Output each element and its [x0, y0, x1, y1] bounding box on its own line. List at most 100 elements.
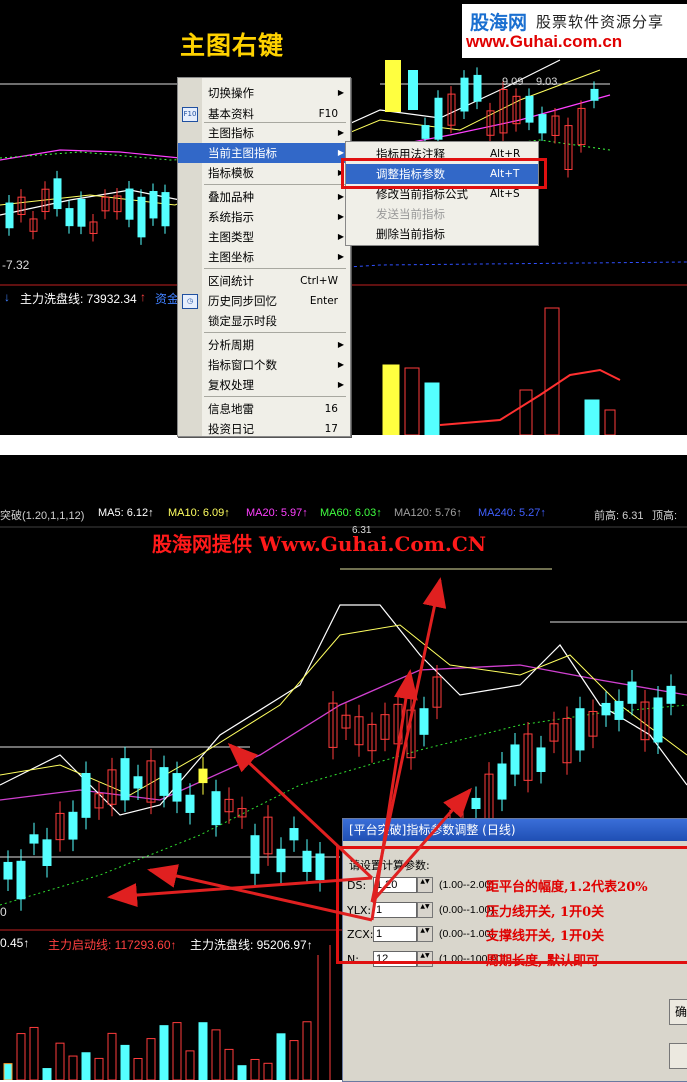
watermark: 股海网提供 Www.Guhai.Com.CN — [152, 532, 487, 556]
ma-label-0: 突破(1.20,1,1,12) — [0, 510, 85, 522]
highlight-box — [341, 158, 547, 189]
menu-item-label: 指标模板 — [208, 166, 254, 180]
candle — [159, 767, 169, 796]
candle — [536, 747, 546, 772]
candle — [510, 744, 520, 775]
ma-label-1: MA5: 6.12↑ — [98, 507, 154, 519]
volume-bar — [42, 1068, 52, 1080]
menu-item-3[interactable]: 当前主图指标 ▶ — [178, 143, 350, 163]
candle — [276, 848, 286, 873]
cancel-button[interactable] — [669, 1043, 687, 1069]
menu-item-14[interactable]: 复权处理 ▶ — [178, 375, 350, 395]
candle — [161, 192, 170, 227]
volume-bar — [68, 1055, 78, 1080]
volume-bar — [404, 367, 420, 435]
ma-label-2: MA10: 6.09↑ — [168, 507, 230, 519]
menu-item-label: 指标窗口个数 — [208, 358, 277, 372]
menu-item-label: 锁定显示时段 — [208, 314, 277, 328]
confirm-button[interactable]: 确 — [669, 999, 687, 1025]
menu-item-label: 信息地雷 — [208, 402, 254, 416]
indicator-submenu: 指标用法注释 Alt+R 调整指标参数 Alt+T 修改当前指标公式 Alt+S 发送当前指… — [345, 141, 539, 246]
f10-icon: F10 — [182, 107, 198, 122]
logo-subtitle: 股票软件资源分享 — [536, 13, 665, 31]
menu-item-8[interactable]: 主图坐标 ▶ — [178, 247, 350, 267]
ma-label-4: MA60: 6.03↑ — [320, 507, 382, 519]
volume-bar — [29, 1026, 39, 1080]
menu-item-4[interactable]: 指标模板 ▶ — [178, 163, 350, 183]
menu-item-9[interactable]: 区间统计 Ctrl+W — [178, 271, 350, 291]
menu-item-label: 复权处理 — [208, 378, 254, 392]
candle — [120, 758, 130, 801]
candle — [497, 763, 507, 800]
menu-item-15[interactable]: 信息地雷 16 — [178, 399, 350, 419]
menu-item-12[interactable]: 分析周期 ▶ — [178, 335, 350, 355]
candle — [627, 681, 637, 704]
candle — [289, 828, 299, 841]
menu-item-0[interactable]: 切换操作 ▶ — [178, 83, 350, 103]
menu-item-label: 切换操作 — [208, 86, 254, 100]
axis-label: -7.32 — [2, 258, 30, 272]
param-highlight-box — [336, 846, 687, 964]
menu-item-label: 区间统计 — [208, 274, 254, 288]
candle — [653, 697, 663, 743]
submenu-arrow-icon: ▶ — [337, 380, 344, 389]
candle — [16, 860, 26, 900]
candle — [421, 125, 430, 139]
logo-url: www.Guhai.com.cn — [466, 32, 623, 51]
menu-item-shortcut: F10 — [318, 108, 338, 120]
dialog-title-bar[interactable]: [平台突破]指标参数调整 (日线) — [343, 819, 687, 841]
page-heading: 主图右键 — [180, 31, 285, 60]
down-arrow-icon: ↓ — [4, 290, 10, 304]
menu-item-label: 历史同步回忆 — [208, 294, 277, 308]
candle — [525, 95, 534, 123]
volume-bar — [544, 307, 560, 435]
submenu-arrow-icon: ▶ — [337, 360, 344, 369]
candle — [77, 198, 86, 227]
volume-bar — [198, 1022, 208, 1080]
submenu-arrow-icon: ▶ — [337, 192, 344, 201]
candle — [601, 702, 611, 716]
context-menu: 切换操作 ▶ F10 基本资料 F10 主图指标 ▶ 当前主图指标 ▶ 指标模板 ▶ 叠加品种 ▶ 系统指… — [177, 77, 351, 437]
submenu-item-4[interactable]: 删除当前指标 — [346, 224, 538, 244]
menu-item-label: 分析周期 — [208, 338, 254, 352]
volume-bar — [289, 1040, 299, 1080]
menu-item-7[interactable]: 主图类型 ▶ — [178, 227, 350, 247]
dialog-title: [平台突破]指标参数调整 (日线) — [349, 823, 516, 837]
menu-item-1[interactable]: F10 基本资料 F10 — [178, 104, 350, 124]
menu-item-shortcut: 16 — [324, 403, 338, 415]
candle — [460, 77, 469, 112]
volume-bar — [55, 1042, 65, 1080]
volume-bar — [94, 1057, 104, 1080]
menu-separator — [204, 268, 346, 269]
candle — [81, 772, 91, 818]
candle — [471, 797, 481, 810]
candle — [53, 178, 62, 210]
menu-item-13[interactable]: 指标窗口个数 ▶ — [178, 355, 350, 375]
status-wash-line-2: 主力洗盘线: 95206.97↑ — [190, 938, 313, 952]
menu-item-6[interactable]: 系统指示 ▶ — [178, 207, 350, 227]
menu-separator — [204, 184, 346, 185]
menu-item-16[interactable]: 投资日记 17 — [178, 419, 350, 439]
volume-bar — [16, 1033, 26, 1080]
status-value: 0.45↑ — [0, 936, 30, 950]
volume-bar — [584, 399, 600, 435]
submenu-arrow-icon: ▶ — [337, 252, 344, 261]
candle — [65, 208, 74, 227]
volume-bar — [302, 1021, 312, 1080]
candle — [198, 768, 208, 784]
menu-item-2[interactable]: 主图指标 ▶ — [178, 123, 350, 143]
logo-name: 股海网 — [470, 12, 528, 34]
ma-label-5: MA120: 5.76↑ — [394, 507, 462, 519]
candle — [68, 811, 78, 840]
candle — [419, 708, 429, 735]
candle — [302, 850, 312, 872]
menu-item-10[interactable]: ◷ 历史同步回忆 Enter — [178, 291, 350, 311]
menu-item-11[interactable]: 锁定显示时段 — [178, 311, 350, 331]
candle — [133, 776, 143, 789]
volume-bar — [604, 409, 616, 435]
status-start-line: 主力启动线: 117293.60↑ — [48, 938, 177, 952]
menu-item-shortcut: Ctrl+W — [300, 275, 338, 287]
menu-separator — [204, 332, 346, 333]
menu-item-5[interactable]: 叠加品种 ▶ — [178, 187, 350, 207]
candle — [149, 191, 158, 219]
